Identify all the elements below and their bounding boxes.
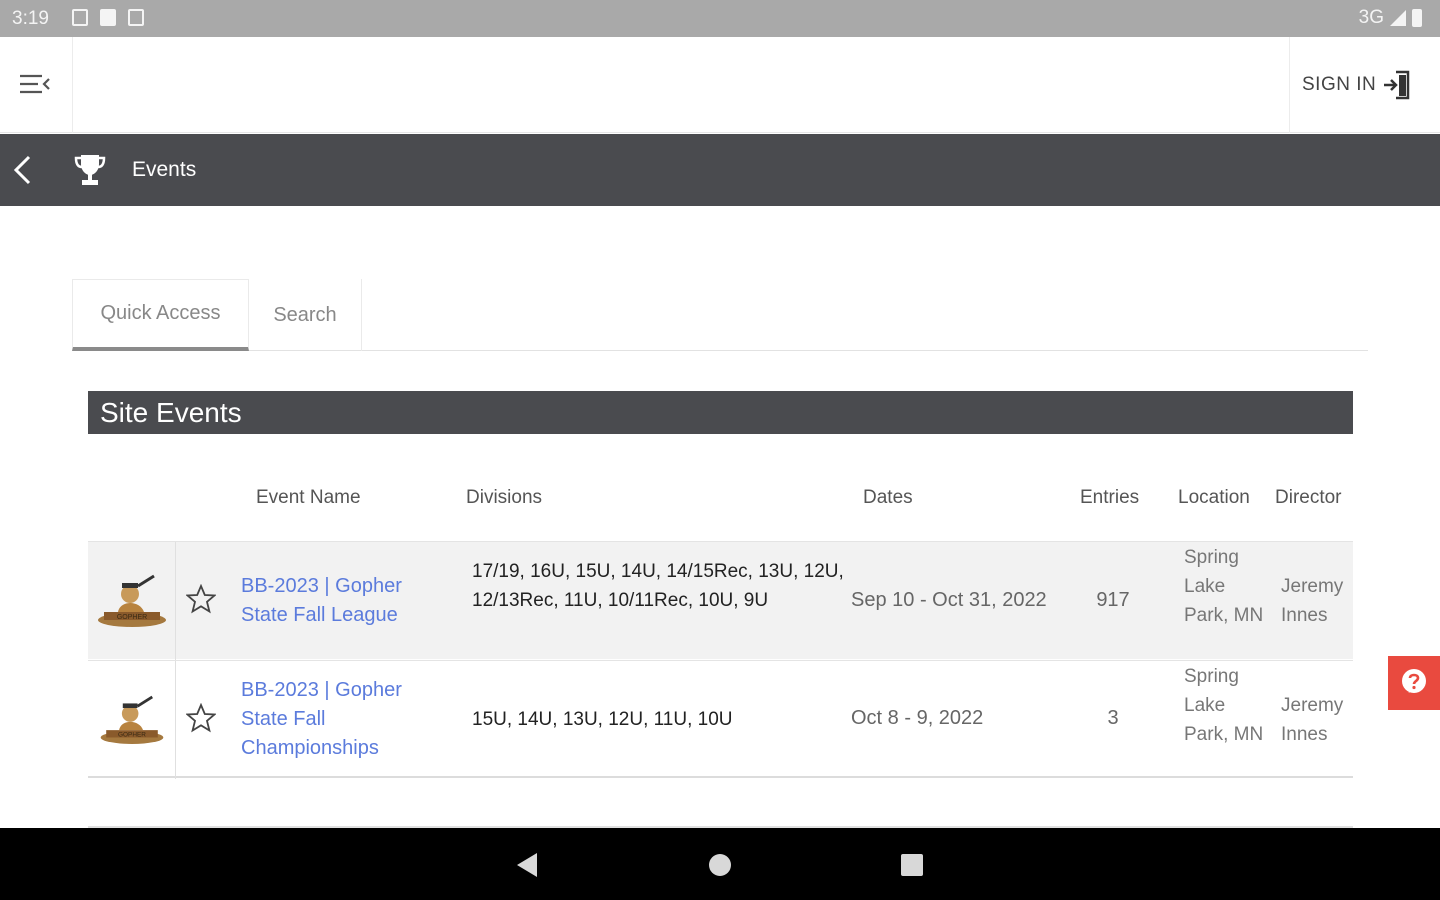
notification-a-icon [72, 9, 88, 26]
menu-icon [20, 74, 50, 94]
event-entries: 3 [1107, 707, 1119, 729]
table-row[interactable]: GOPHER BB-2023 | Gopher State Fall Champ… [88, 660, 1353, 779]
back-arrow-icon[interactable] [8, 152, 38, 188]
favorite-star-icon[interactable] [186, 584, 216, 614]
event-name-link[interactable]: BB-2023 | Gopher State Fall League [241, 572, 441, 630]
column-header-entries: Entries [1080, 487, 1140, 508]
battery-icon [1412, 9, 1422, 27]
event-divisions: 17/19, 16U, 15U, 14U, 14/15Rec, 13U, 12U… [472, 561, 844, 611]
sign-in-button[interactable]: SIGN IN [1302, 69, 1412, 101]
header-divider [72, 37, 73, 133]
column-header-divisions: Divisions [466, 487, 543, 508]
table-header: Event Name Divisions Dates Entries Locat… [88, 472, 1353, 526]
tab-search[interactable]: Search [249, 279, 362, 351]
storage-icon [128, 9, 144, 26]
tab-quick-access[interactable]: Quick Access [72, 279, 249, 351]
event-location: Spring Lake Park, MN [1184, 666, 1264, 745]
event-entries: 917 [1096, 589, 1130, 611]
sign-in-label: SIGN IN [1302, 74, 1377, 95]
section-title: Site Events [88, 391, 1353, 434]
help-button[interactable] [1388, 656, 1440, 710]
status-time: 3:19 [12, 8, 49, 29]
svg-text:GOPHER: GOPHER [118, 732, 146, 739]
table-row[interactable]: GOPHER BB-2023 | Gopher State Fall Leagu… [88, 541, 1353, 660]
nav-back-icon[interactable] [515, 852, 539, 878]
event-logo: GOPHER [88, 661, 176, 779]
event-dates: Sep 10 - Oct 31, 2022 [851, 589, 1047, 611]
event-location: Spring Lake Park, MN [1184, 547, 1264, 626]
column-header-dates: Dates [863, 487, 913, 508]
menu-button[interactable] [18, 71, 58, 101]
help-icon [1402, 669, 1426, 693]
app-header: SIGN IN [0, 37, 1440, 133]
network-type: 3G [1358, 7, 1384, 28]
sd-card-icon [100, 9, 116, 26]
gopher-logo-icon: GOPHER [97, 574, 166, 627]
column-header-director: Director [1275, 487, 1342, 508]
trophy-icon [74, 155, 106, 185]
notification-icons [72, 9, 144, 26]
nav-recents-icon[interactable] [900, 852, 924, 878]
page-title: Events [132, 158, 197, 181]
gopher-logo-icon: GOPHER [100, 695, 163, 744]
status-bar: 3:19 3G [0, 0, 1440, 37]
event-logo: GOPHER [88, 542, 176, 660]
column-header-event-name: Event Name [256, 487, 361, 508]
nav-home-icon[interactable] [708, 852, 732, 878]
event-name-link[interactable]: BB-2023 | Gopher State Fall Championship… [241, 676, 441, 763]
event-tabs: Quick Access Search [72, 279, 1368, 351]
event-divisions: 15U, 14U, 13U, 12U, 11U, 10U [472, 709, 733, 730]
page-navbar: Events [0, 134, 1440, 206]
header-divider [1289, 37, 1290, 133]
svg-text:GOPHER: GOPHER [116, 614, 146, 621]
signal-icon [1390, 10, 1406, 26]
event-dates: Oct 8 - 9, 2022 [851, 707, 984, 729]
network-status: 3G [1359, 7, 1422, 29]
event-director: Jeremy Innes [1281, 695, 1344, 745]
favorite-star-icon[interactable] [186, 703, 216, 733]
event-director: Jeremy Innes [1281, 576, 1344, 626]
system-navigation-bar [0, 828, 1440, 900]
sign-in-icon [1384, 70, 1410, 100]
column-header-location: Location [1178, 487, 1250, 508]
